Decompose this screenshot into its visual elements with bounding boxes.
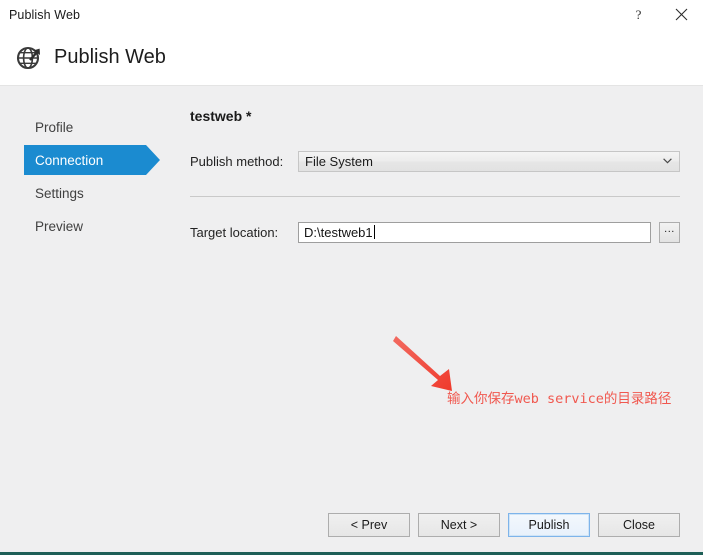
publish-method-row: Publish method: File System xyxy=(190,150,680,172)
sidebar-selection-pointer-icon xyxy=(146,145,160,175)
close-button[interactable] xyxy=(660,0,703,29)
dialog-header: Publish Web xyxy=(0,29,703,86)
sidebar-item-label: Profile xyxy=(35,119,74,135)
prev-button[interactable]: < Prev xyxy=(328,513,410,537)
sidebar-item-profile[interactable]: Profile xyxy=(0,112,190,142)
help-button[interactable]: ? xyxy=(617,0,660,29)
chevron-down-icon xyxy=(663,152,672,171)
target-location-input[interactable]: D:\testweb1 xyxy=(298,221,651,243)
section-divider xyxy=(190,196,680,197)
main-panel: testweb * Publish method: File System Ta… xyxy=(190,86,703,498)
sidebar-item-label: Settings xyxy=(35,185,84,201)
next-button[interactable]: Next > xyxy=(418,513,500,537)
close-dialog-button[interactable]: Close xyxy=(598,513,680,537)
sidebar-item-label: Preview xyxy=(35,218,84,234)
annotation-text: 输入你保存web service的目录路径 xyxy=(447,391,672,407)
publish-method-label: Publish method: xyxy=(190,153,284,169)
dialog-body: Profile Connection Settings Preview test… xyxy=(0,86,703,498)
sidebar-item-preview[interactable]: Preview xyxy=(0,211,190,241)
text-caret xyxy=(373,225,375,239)
close-x-icon xyxy=(675,8,688,21)
publish-method-select[interactable]: File System xyxy=(298,150,680,172)
title-bar: Publish Web ? xyxy=(0,0,703,29)
sidebar-nav: Profile Connection Settings Preview xyxy=(0,86,190,498)
publish-method-value: File System xyxy=(305,153,373,169)
sidebar-item-settings[interactable]: Settings xyxy=(0,178,190,208)
profile-name-heading: testweb * xyxy=(190,108,252,124)
window-title: Publish Web xyxy=(9,7,81,22)
question-mark-icon: ? xyxy=(635,6,642,22)
target-location-label: Target location: xyxy=(190,224,279,240)
page-title: Publish Web xyxy=(54,45,166,68)
publish-button[interactable]: Publish xyxy=(508,513,590,537)
target-location-row: Target location: D:\testweb1 ... xyxy=(190,221,680,243)
globe-upload-icon xyxy=(14,42,44,72)
browse-button[interactable]: ... xyxy=(659,221,680,243)
publish-web-dialog: Publish Web ? Publish Web Profile Connec… xyxy=(0,0,703,555)
window-controls: ? xyxy=(617,0,703,29)
dialog-footer: < Prev Next > Publish Close xyxy=(0,498,703,552)
sidebar-item-label: Connection xyxy=(35,152,104,168)
sidebar-item-connection[interactable]: Connection xyxy=(0,145,190,175)
target-location-value: D:\testweb1 xyxy=(304,224,373,240)
